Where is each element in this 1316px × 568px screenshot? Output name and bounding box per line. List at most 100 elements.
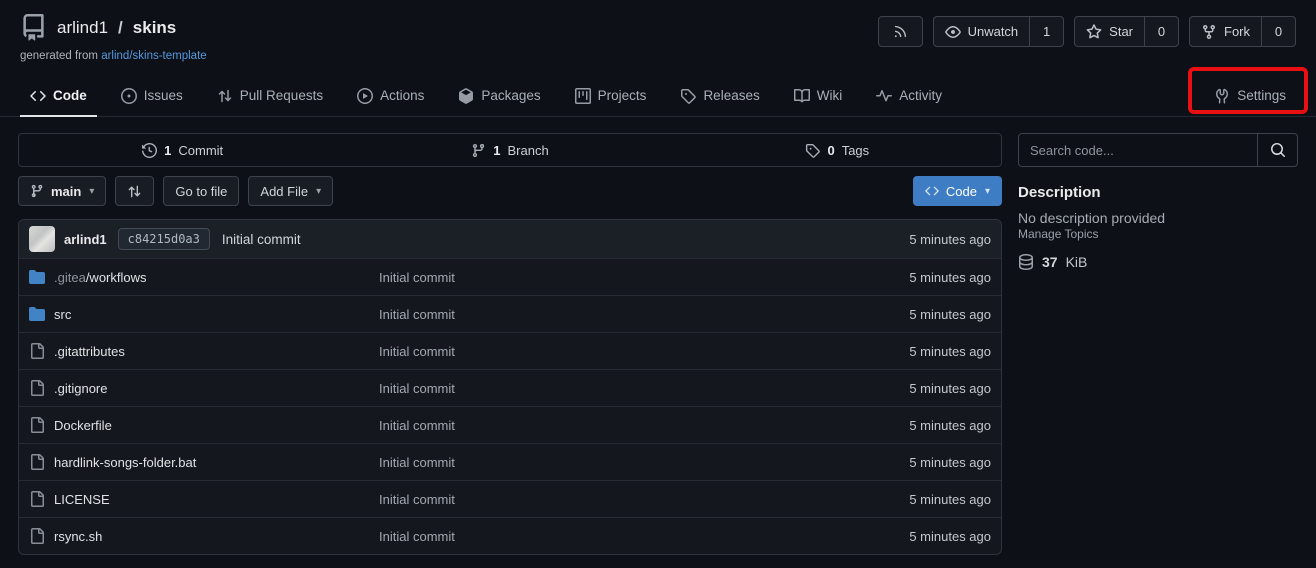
add-file-button[interactable]: Add File ▾	[248, 176, 333, 206]
row-time: 5 minutes ago	[909, 492, 991, 507]
database-icon	[1018, 254, 1034, 270]
go-to-file-button[interactable]: Go to file	[163, 176, 239, 206]
latest-commit-row: arlind1 c84215d0a3 Initial commit 5 minu…	[19, 220, 1001, 258]
row-commit-message-link[interactable]: Initial commit	[379, 418, 455, 433]
fork-button-group: Fork 0	[1189, 16, 1296, 47]
caret-down-icon: ▾	[316, 186, 321, 197]
search-input[interactable]	[1019, 134, 1257, 166]
commit-hash-link[interactable]: c84215d0a3	[118, 228, 210, 250]
commits-count: 1	[164, 143, 171, 158]
repo-main: 1 Commit 1 Branch 0 Tags main	[0, 117, 1316, 555]
file-icon	[29, 491, 45, 507]
star-label: Star	[1109, 24, 1133, 39]
row-commit-message-link[interactable]: Initial commit	[379, 529, 455, 544]
issue-icon	[121, 88, 137, 104]
star-icon	[1086, 24, 1102, 40]
add-file-label: Add File	[260, 184, 308, 199]
table-row: LICENSE Initial commit 5 minutes ago	[19, 480, 1001, 517]
tags-stat[interactable]: 0 Tags	[674, 134, 1001, 166]
branch-name: main	[51, 184, 81, 199]
file-table: arlind1 c84215d0a3 Initial commit 5 minu…	[18, 219, 1002, 555]
tab-settings-label: Settings	[1237, 88, 1286, 103]
forks-count[interactable]: 0	[1261, 17, 1295, 46]
tab-packages[interactable]: Packages	[448, 76, 550, 117]
description-title: Description	[1018, 184, 1298, 201]
tab-packages-label: Packages	[481, 88, 540, 103]
generated-from: generated from arlind/skins-template	[20, 50, 207, 62]
branch-selector[interactable]: main ▾	[18, 176, 106, 206]
settings-tools-icon	[1214, 88, 1230, 104]
row-commit-message-link[interactable]: Initial commit	[379, 344, 455, 359]
code-button-label: Code	[946, 184, 977, 199]
history-icon	[142, 143, 157, 158]
file-link[interactable]: LICENSE	[54, 492, 110, 507]
tags-count: 0	[827, 143, 834, 158]
avatar[interactable]	[29, 226, 55, 252]
row-time: 5 minutes ago	[909, 418, 991, 433]
fork-label: Fork	[1224, 24, 1250, 39]
pull-request-icon	[217, 88, 233, 104]
branches-label: Branch	[508, 143, 549, 158]
table-row: hardlink-songs-folder.bat Initial commit…	[19, 443, 1001, 480]
search-button[interactable]	[1257, 134, 1297, 166]
file-icon	[29, 380, 45, 396]
tab-activity[interactable]: Activity	[866, 76, 952, 117]
rss-button[interactable]	[879, 17, 922, 46]
compare-button[interactable]	[115, 176, 154, 206]
tab-pull-requests[interactable]: Pull Requests	[207, 76, 333, 117]
table-row: rsync.sh Initial commit 5 minutes ago	[19, 517, 1001, 554]
repo-owner-link[interactable]: arlind1	[57, 18, 108, 38]
commit-message-link[interactable]: Initial commit	[222, 232, 301, 247]
unwatch-button[interactable]: Unwatch	[934, 17, 1030, 46]
fork-button[interactable]: Fork	[1190, 17, 1261, 46]
branches-stat[interactable]: 1 Branch	[346, 134, 673, 166]
file-icon	[29, 417, 45, 433]
repo-stats-bar: 1 Commit 1 Branch 0 Tags	[18, 133, 1002, 167]
file-link[interactable]: .gitignore	[54, 381, 107, 396]
tab-code[interactable]: Code	[20, 76, 97, 117]
row-commit-message-link[interactable]: Initial commit	[379, 381, 455, 396]
stars-count[interactable]: 0	[1144, 17, 1178, 46]
watch-button-group: Unwatch 1	[933, 16, 1065, 47]
commit-author-link[interactable]: arlind1	[64, 232, 107, 247]
tab-projects[interactable]: Projects	[565, 76, 657, 117]
file-link[interactable]: .gitattributes	[54, 344, 125, 359]
tab-settings[interactable]: Settings	[1204, 76, 1296, 117]
row-commit-message-link[interactable]: Initial commit	[379, 455, 455, 470]
tab-issues[interactable]: Issues	[111, 76, 193, 117]
tab-wiki[interactable]: Wiki	[784, 76, 853, 117]
file-icon	[29, 528, 45, 544]
row-commit-message-link[interactable]: Initial commit	[379, 270, 455, 285]
manage-topics-link[interactable]: Manage Topics	[1018, 227, 1099, 241]
rss-button-group	[878, 16, 923, 47]
branch-icon	[30, 184, 44, 198]
repo-header-left: arlind1 / skins generated from arlind/sk…	[20, 14, 207, 62]
file-link[interactable]: hardlink-songs-folder.bat	[54, 455, 196, 470]
tab-issues-label: Issues	[144, 88, 183, 103]
package-icon	[458, 88, 474, 104]
row-commit-message-link[interactable]: Initial commit	[379, 307, 455, 322]
tab-actions-label: Actions	[380, 88, 424, 103]
commits-label: Commit	[178, 143, 223, 158]
repo-name-link[interactable]: skins	[133, 18, 176, 38]
tag-icon	[680, 88, 696, 104]
code-download-button[interactable]: Code ▾	[913, 176, 1002, 206]
tab-actions[interactable]: Actions	[347, 76, 434, 117]
tags-label: Tags	[842, 143, 869, 158]
tab-pull-requests-label: Pull Requests	[240, 88, 323, 103]
tab-releases[interactable]: Releases	[670, 76, 769, 117]
repo-size: 37 KiB	[1018, 254, 1298, 270]
code-search-box	[1018, 133, 1298, 167]
commits-stat[interactable]: 1 Commit	[19, 134, 346, 166]
row-commit-message-link[interactable]: Initial commit	[379, 492, 455, 507]
file-link[interactable]: Dockerfile	[54, 418, 112, 433]
file-link[interactable]: .gitea/workflows	[54, 270, 147, 285]
star-button[interactable]: Star	[1075, 17, 1144, 46]
tab-activity-label: Activity	[899, 88, 942, 103]
watchers-count[interactable]: 1	[1029, 17, 1063, 46]
file-link[interactable]: rsync.sh	[54, 529, 102, 544]
row-time: 5 minutes ago	[909, 307, 991, 322]
file-link[interactable]: src	[54, 307, 71, 322]
template-repo-link[interactable]: arlind/skins-template	[101, 50, 206, 62]
repo-icon	[20, 14, 47, 41]
